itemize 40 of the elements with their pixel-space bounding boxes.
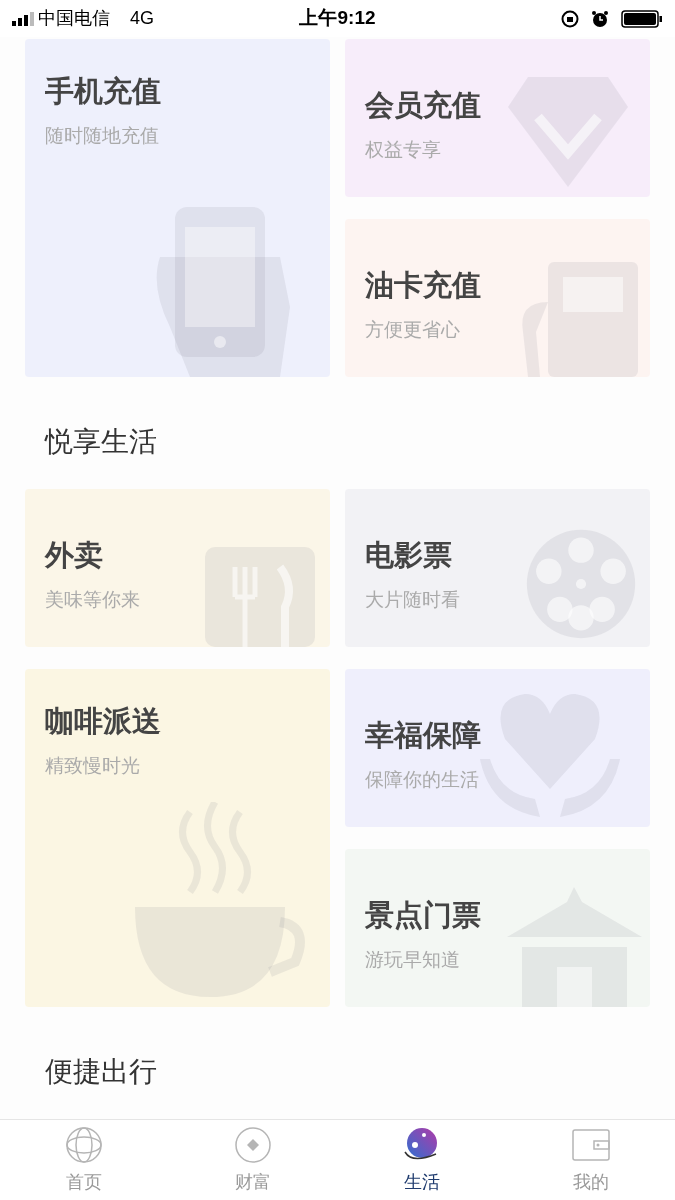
film-reel-icon bbox=[526, 529, 636, 640]
service-card[interactable]: 会员充值 权益专享 bbox=[345, 39, 650, 198]
service-card[interactable]: 幸福保障 保障你的生活 bbox=[345, 669, 650, 828]
card-title: 电影票 bbox=[365, 538, 453, 574]
card-title: 会员充值 bbox=[365, 88, 482, 124]
network-type: 4G bbox=[130, 7, 154, 31]
service-card[interactable]: 外卖 美味等你来 bbox=[25, 489, 330, 648]
signal-icon bbox=[12, 11, 34, 26]
card-subtitle: 游玩早知道 bbox=[365, 947, 461, 972]
fork-and-knife-icon bbox=[205, 547, 315, 648]
wallet-icon bbox=[571, 1128, 610, 1161]
clock-time: 上午9:12 bbox=[299, 6, 376, 31]
card-title: 咖啡派送 bbox=[45, 704, 162, 740]
card-subtitle: 随时随地充值 bbox=[45, 123, 160, 148]
pavilion-icon bbox=[507, 887, 642, 1008]
card-subtitle: 保障你的生活 bbox=[365, 767, 480, 792]
service-card[interactable]: 油卡充值 方便更省心 bbox=[345, 219, 650, 378]
card-subtitle: 方便更省心 bbox=[365, 317, 461, 342]
card-title: 外卖 bbox=[45, 538, 104, 574]
tab-bar-item[interactable]: 生活 bbox=[337, 1124, 507, 1196]
battery-icon bbox=[621, 9, 663, 28]
alarm-clock-icon bbox=[591, 9, 609, 28]
card-title: 手机充值 bbox=[45, 74, 162, 110]
service-card[interactable]: 咖啡派送 精致慢时光 bbox=[25, 669, 330, 1008]
card-title: 幸福保障 bbox=[365, 718, 482, 754]
card-title: 景点门票 bbox=[365, 898, 482, 934]
card-subtitle: 权益专享 bbox=[365, 137, 442, 162]
card-subtitle: 美味等你来 bbox=[45, 587, 141, 612]
service-card[interactable]: 景点门票 游玩早知道 bbox=[345, 849, 650, 1008]
carrier-name: 中国电信 bbox=[38, 7, 110, 31]
diamond-coin-icon bbox=[234, 1125, 273, 1164]
section-title: 便捷出行 bbox=[44, 1055, 157, 1090]
globe-icon bbox=[65, 1125, 104, 1164]
rotation-lock-icon bbox=[561, 9, 579, 28]
service-card[interactable]: 手机充值 随时随地充值 bbox=[25, 39, 330, 378]
card-subtitle: 大片随时看 bbox=[365, 587, 461, 612]
service-card[interactable]: 电影票 大片随时看 bbox=[345, 489, 650, 648]
section-title: 悦享生活 bbox=[43, 425, 157, 460]
card-subtitle: 精致慢时光 bbox=[45, 753, 141, 778]
card-title: 油卡充值 bbox=[365, 268, 482, 304]
